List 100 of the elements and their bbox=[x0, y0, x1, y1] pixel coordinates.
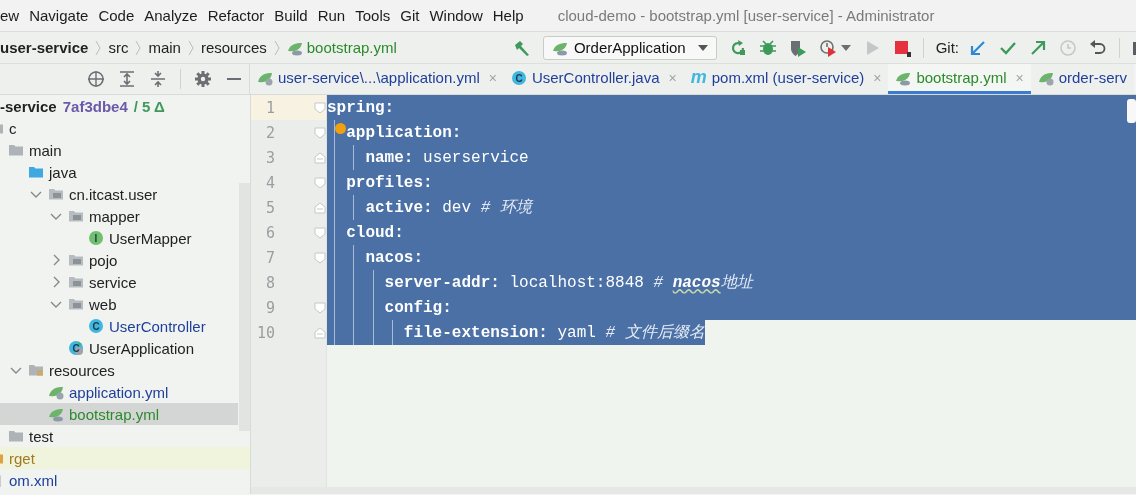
undo-icon[interactable] bbox=[1089, 38, 1107, 57]
menu-item[interactable]: Git bbox=[400, 7, 420, 24]
leaf-icon bbox=[48, 384, 64, 400]
editor-tab[interactable]: order-serv bbox=[1030, 64, 1134, 94]
git-revision: 7af3dbe4 bbox=[62, 97, 128, 115]
collapse-all-icon[interactable] bbox=[149, 70, 167, 88]
shield-run-icon[interactable] bbox=[788, 38, 807, 57]
editor-tab[interactable]: bootstrap.yml × bbox=[888, 64, 1031, 94]
menu-item[interactable]: Analyze bbox=[144, 7, 198, 24]
menu-item[interactable]: Code bbox=[98, 7, 135, 24]
fold-icon[interactable] bbox=[314, 251, 326, 264]
menu-item[interactable]: Run bbox=[317, 7, 346, 24]
caret-icon[interactable] bbox=[840, 44, 851, 51]
code-line: spring: bbox=[327, 98, 395, 117]
code-line: nacos: bbox=[364, 248, 423, 267]
scrollbar[interactable] bbox=[251, 487, 1136, 494]
menu-item[interactable]: ew bbox=[0, 7, 20, 24]
tree-item[interactable]: web bbox=[0, 293, 238, 315]
code-line: profiles: bbox=[345, 173, 433, 192]
editor-tab[interactable]: user-service\...\application.yml × bbox=[250, 64, 504, 94]
tree-item[interactable]: test bbox=[0, 425, 238, 447]
tree-item[interactable]: service bbox=[0, 271, 238, 293]
unfold-icon[interactable] bbox=[314, 201, 326, 214]
line-number: 9 bbox=[264, 298, 275, 317]
class-icon: C bbox=[88, 318, 104, 334]
line-number: 7 bbox=[264, 248, 275, 267]
menu-item[interactable]: Tools bbox=[355, 7, 391, 24]
unfold-icon[interactable] bbox=[314, 326, 326, 339]
window-title: cloud-demo - bootstrap.yml [user-service] - Administrator bbox=[557, 7, 935, 24]
menu-item[interactable]: Refactor bbox=[207, 7, 265, 24]
caret-icon bbox=[697, 44, 708, 51]
menu-item[interactable]: Build bbox=[274, 7, 308, 24]
breadcrumb[interactable]: src bbox=[108, 39, 129, 56]
maven-icon: m bbox=[690, 67, 707, 88]
gauge-run-icon[interactable] bbox=[818, 38, 837, 57]
fold-icon[interactable] bbox=[314, 176, 326, 189]
chevron-icon bbox=[272, 38, 281, 57]
code-line: active: dev # 环境 bbox=[364, 197, 532, 218]
settings-icon[interactable] bbox=[194, 70, 212, 88]
interface-icon: I bbox=[88, 230, 104, 246]
code-line: file-extension: yaml # 文件后缀名 bbox=[402, 322, 705, 343]
line-number: 1 bbox=[264, 98, 275, 117]
expand-all-icon[interactable] bbox=[118, 70, 136, 88]
hammer-icon[interactable] bbox=[512, 38, 531, 57]
editor-tab[interactable]: C UserController.java × bbox=[503, 64, 684, 94]
line-number: 10 bbox=[255, 323, 275, 342]
chevron-icon bbox=[134, 38, 143, 57]
run-configuration-dropdown[interactable]: OrderApplication bbox=[542, 35, 717, 60]
module-name: -service bbox=[0, 97, 57, 115]
tree-item[interactable]: pojo bbox=[0, 249, 238, 271]
code-line: application: bbox=[345, 123, 462, 142]
line-number: 6 bbox=[264, 223, 275, 242]
breadcrumb[interactable]: main bbox=[148, 39, 181, 56]
tree-item[interactable]: I UserMapper bbox=[0, 227, 238, 249]
tree-item[interactable]: om.xml bbox=[0, 469, 238, 491]
breadcrumb[interactable]: bootstrap.yml bbox=[286, 39, 397, 56]
tree-item[interactable]: C UserController bbox=[0, 315, 238, 337]
fold-icon[interactable] bbox=[314, 101, 326, 114]
chevron-icon bbox=[186, 38, 195, 57]
class-icon: C bbox=[510, 69, 527, 86]
line-number: 4 bbox=[264, 173, 275, 192]
chevron-icon bbox=[94, 38, 103, 57]
code-line: name: userservice bbox=[364, 148, 529, 167]
arrow-up-right-icon[interactable] bbox=[1029, 38, 1047, 57]
fold-icon[interactable] bbox=[314, 301, 326, 314]
class-icon: C bbox=[68, 340, 84, 356]
menu-item[interactable]: Help bbox=[492, 7, 524, 24]
stop-icon[interactable] bbox=[892, 38, 911, 57]
tree-item[interactable]: C UserApplication bbox=[0, 337, 238, 359]
bug-icon[interactable] bbox=[758, 38, 777, 57]
breadcrumb[interactable]: user-service bbox=[0, 39, 89, 56]
locate-icon[interactable] bbox=[87, 70, 105, 88]
fold-icon[interactable] bbox=[314, 126, 326, 139]
line-number: 8 bbox=[264, 273, 275, 292]
scrollbar[interactable] bbox=[1127, 99, 1136, 123]
unfold-icon[interactable] bbox=[314, 151, 326, 164]
menu-item[interactable]: Navigate bbox=[29, 7, 89, 24]
line-number: 5 bbox=[264, 198, 275, 217]
editor-tab[interactable]: m pom.xml (user-service) × bbox=[683, 64, 889, 94]
change-count: / 5 Δ bbox=[133, 97, 165, 115]
tree-item[interactable]: mapper bbox=[0, 205, 238, 227]
leaf-icon bbox=[48, 406, 64, 422]
breadcrumb[interactable]: resources bbox=[200, 39, 267, 56]
code-line: cloud: bbox=[345, 223, 404, 242]
tree-item[interactable]: main bbox=[0, 139, 238, 161]
arrow-down-left-icon[interactable] bbox=[969, 38, 987, 57]
tree-item[interactable]: application.yml bbox=[0, 381, 238, 403]
fold-icon[interactable] bbox=[314, 226, 326, 239]
clock-icon bbox=[1059, 38, 1077, 57]
tree-item[interactable]: c bbox=[0, 117, 238, 139]
line-number: 3 bbox=[264, 148, 275, 167]
code-line: config: bbox=[383, 298, 452, 317]
menu-item[interactable]: Window bbox=[429, 7, 483, 24]
tree-item[interactable]: rget bbox=[0, 447, 250, 469]
git-label: Git: bbox=[935, 39, 959, 56]
tree-item[interactable]: java bbox=[0, 161, 238, 183]
line-number: 2 bbox=[264, 123, 275, 142]
tree-item[interactable]: cn.itcast.user bbox=[0, 183, 238, 205]
scrollbar[interactable] bbox=[239, 183, 250, 431]
tree-item[interactable]: resources bbox=[0, 359, 238, 381]
